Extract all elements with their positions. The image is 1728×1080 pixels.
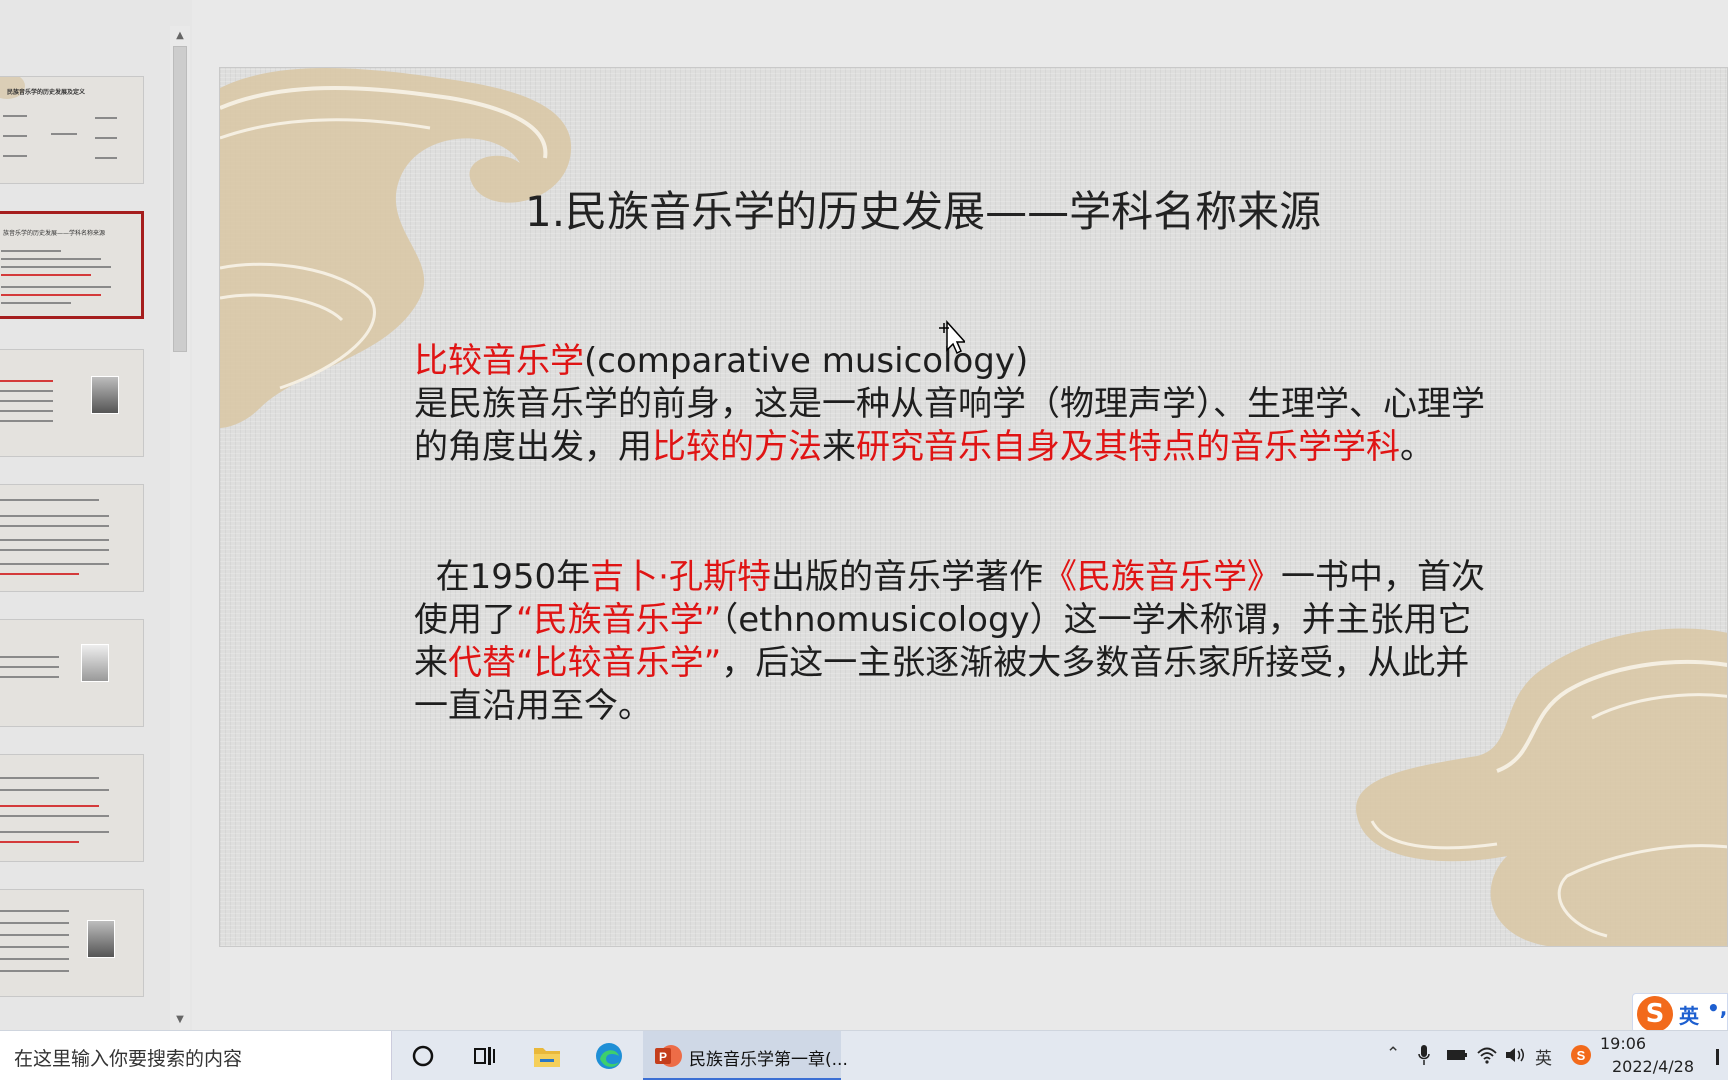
- slide-thumbnail-4[interactable]: [0, 484, 144, 592]
- mouse-cursor-icon: [939, 320, 965, 354]
- svg-text:P: P: [659, 1050, 667, 1064]
- thumbnail-title: 民族音乐学的历史发展及定义: [7, 89, 86, 96]
- slide-title[interactable]: 1.民族音乐学的历史发展——学科名称来源: [525, 178, 1425, 239]
- term-comparative-musicology: 比较音乐学: [414, 341, 584, 381]
- svg-text:S: S: [1577, 1048, 1586, 1063]
- clock-time: 19:06: [1600, 1034, 1647, 1053]
- taskbar-powerpoint-app[interactable]: P 民族音乐学第一章(...: [643, 1031, 848, 1080]
- highlight-comparative-method: 比较的方法: [652, 427, 822, 467]
- scroll-down-arrow-icon[interactable]: ▼: [172, 1012, 188, 1028]
- taskbar-search-box[interactable]: 在这里输入你要搜索的内容: [0, 1031, 392, 1080]
- show-hidden-icons-chevron-icon[interactable]: ⌃: [1386, 1044, 1400, 1064]
- paragraph-comparative-musicology[interactable]: 比较音乐学(comparative musicology) 是民族音乐学的前身，…: [414, 340, 1494, 469]
- powerpoint-icon: P: [655, 1045, 682, 1067]
- slide-thumbnail-7[interactable]: [0, 889, 144, 997]
- thumbnail-title: 族音乐学的历史发展——学科名称来源: [3, 230, 106, 237]
- powerpoint-window-title: 民族音乐学第一章(...: [689, 1050, 848, 1070]
- text-segment: 。: [1400, 427, 1434, 467]
- ime-punctuation-icon[interactable]: •,: [1707, 996, 1727, 1020]
- highlight-ethnomusicology-term: “民族音乐学”: [516, 600, 722, 640]
- paragraph-ethnomusicology-origin[interactable]: 在1950年吉卜·孔斯特出版的音乐学著作《民族音乐学》一书中，首次使用了“民族音…: [414, 556, 1494, 728]
- slide-canvas[interactable]: 1.民族音乐学的历史发展——学科名称来源 比较音乐学(comparative m…: [219, 67, 1728, 947]
- highlight-book: 《民族音乐学》: [1042, 557, 1281, 597]
- scrollbar-thumb[interactable]: [173, 46, 187, 352]
- slide-thumbnail-5[interactable]: [0, 619, 144, 727]
- portrait-photo: [91, 376, 119, 414]
- microphone-icon[interactable]: [1416, 1043, 1432, 1067]
- ime-language-indicator[interactable]: 英: [1535, 1044, 1552, 1069]
- clock-date: 2022/4/28: [1612, 1057, 1695, 1076]
- portrait-photo: [81, 644, 109, 682]
- ime-mode-label[interactable]: 英: [1679, 1000, 1699, 1029]
- highlight-person: 吉卜·孔斯特: [590, 557, 771, 597]
- slide-thumbnail-pane: 民族音乐学的历史发展及定义 族音乐学的历史发展——学科名称来源: [0, 0, 192, 1030]
- slide-thumbnail-2-selected[interactable]: 族音乐学的历史发展——学科名称来源: [0, 211, 144, 319]
- sogou-ime-icon[interactable]: S: [1637, 996, 1673, 1032]
- ime-status-bar[interactable]: S 英 •,: [1632, 993, 1728, 1033]
- slide-thumbnail-3[interactable]: [0, 349, 144, 457]
- cortana-icon[interactable]: [406, 1039, 440, 1073]
- scroll-up-arrow-icon[interactable]: ▲: [172, 28, 188, 44]
- windows-taskbar: 在这里输入你要搜索的内容 P 民族音乐学第一章(... ⌃ 英 S 19:06 …: [0, 1030, 1728, 1080]
- show-desktop-button[interactable]: [1716, 1049, 1719, 1065]
- task-view-icon[interactable]: [467, 1039, 501, 1073]
- edge-browser-icon[interactable]: [592, 1039, 626, 1073]
- volume-icon[interactable]: [1504, 1045, 1526, 1065]
- powerpoint-window: 民族音乐学的历史发展及定义 族音乐学的历史发展——学科名称来源 ▲ ▼ 1.民族…: [0, 0, 1728, 1080]
- slide-thumbnail-6[interactable]: [0, 754, 144, 862]
- search-placeholder: 在这里输入你要搜索的内容: [14, 1048, 243, 1070]
- portrait-photo: [87, 920, 115, 958]
- slide-thumbnail-1[interactable]: 民族音乐学的历史发展及定义: [0, 76, 144, 184]
- text-segment: 来: [822, 427, 856, 467]
- sogou-tray-icon[interactable]: S: [1570, 1043, 1592, 1067]
- battery-icon[interactable]: [1446, 1046, 1468, 1064]
- highlight-replace: 代替“比较音乐学”: [448, 643, 722, 683]
- highlight-study-subject: 研究音乐自身及其特点的音乐学学科: [856, 427, 1400, 467]
- text-segment: 出版的音乐学著作: [770, 557, 1043, 597]
- text-segment: 在1950年: [435, 557, 591, 597]
- file-explorer-icon[interactable]: [530, 1039, 564, 1073]
- wifi-icon[interactable]: [1476, 1045, 1498, 1065]
- thumbnail-scrollbar[interactable]: ▲ ▼: [170, 26, 190, 1030]
